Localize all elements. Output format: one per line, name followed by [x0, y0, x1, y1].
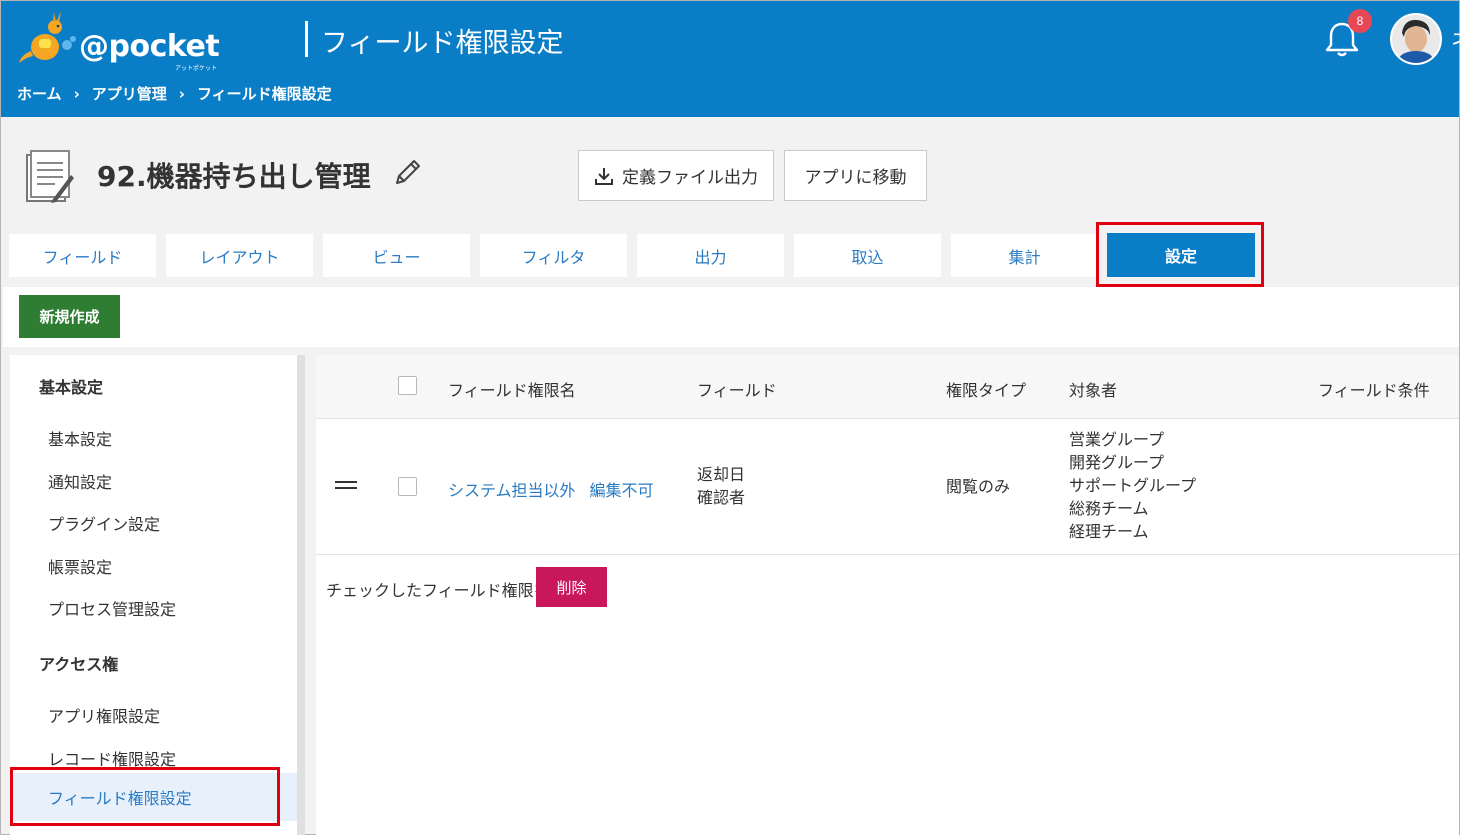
toolbar: [3, 287, 1459, 347]
export-definition-button[interactable]: 定義ファイル出力: [578, 150, 774, 201]
breadcrumb-home[interactable]: ホーム: [17, 83, 62, 104]
bulk-action-label: チェックしたフィールド権限を: [326, 581, 550, 600]
tab-aggregate[interactable]: 集計: [951, 234, 1098, 277]
sidebar-item-notification[interactable]: 通知設定: [48, 469, 112, 493]
target-value: 経理チーム: [1069, 522, 1149, 541]
row-checkbox[interactable]: [398, 477, 417, 496]
highlight-settings-tab: [1096, 222, 1264, 287]
breadcrumb-separator: ›: [178, 84, 185, 103]
select-all-checkbox[interactable]: [398, 376, 417, 395]
breadcrumb-current: フィールド権限設定: [196, 85, 332, 103]
row-targets: 営業グループ 開発グループ サポートグループ 総務チーム 経理チーム: [1069, 428, 1196, 543]
header-permission-name: フィールド権限名: [448, 381, 576, 400]
row-fields: 返却日 確認者: [697, 463, 745, 509]
tab-filter[interactable]: フィルタ: [480, 234, 627, 277]
tab-import[interactable]: 取込: [794, 234, 941, 277]
permission-name-part2: 編集不可: [589, 481, 654, 500]
sidebar-section-access: アクセス権: [39, 655, 119, 674]
field-value: 返却日: [697, 465, 746, 484]
logo-text: @pocket: [79, 29, 220, 64]
download-icon: [595, 167, 613, 185]
field-value: 確認者: [697, 488, 746, 507]
sidebar-section-basic: 基本設定: [39, 378, 104, 397]
logo-subtext: アットポケット: [175, 65, 218, 72]
breadcrumb-separator: ›: [73, 84, 80, 103]
pocket-logo[interactable]: @pocket アットポケット: [17, 9, 227, 72]
export-definition-label: 定義ファイル出力: [622, 168, 758, 188]
row-permission-type: 閲覧のみ: [946, 477, 1011, 496]
kangaroo-icon: [19, 11, 76, 63]
tab-field[interactable]: フィールド: [9, 234, 156, 277]
avatar[interactable]: [1390, 13, 1442, 65]
tab-output[interactable]: 出力: [637, 234, 784, 277]
sidebar-item-app-permission[interactable]: アプリ権限設定: [48, 703, 160, 727]
sidebar-scrollbar[interactable]: [297, 355, 305, 835]
document-icon: [23, 147, 75, 205]
target-value: 開発グループ: [1069, 453, 1165, 472]
breadcrumb: ホーム › アプリ管理 › フィールド権限設定: [17, 83, 332, 104]
drag-handle-icon[interactable]: [335, 481, 357, 489]
header-permission-type: 権限タイプ: [946, 381, 1027, 400]
delete-button[interactable]: 削除: [536, 567, 607, 607]
title-divider: [305, 21, 308, 57]
pencil-icon[interactable]: [393, 157, 423, 187]
sidebar-item-process[interactable]: プロセス管理設定: [48, 596, 176, 620]
highlight-field-permission: [10, 767, 280, 826]
breadcrumb-app-management[interactable]: アプリ管理: [92, 83, 167, 104]
header-field: フィールド: [697, 381, 777, 400]
sidebar-item-plugin[interactable]: プラグイン設定: [48, 511, 160, 535]
header-target: 対象者: [1069, 381, 1118, 400]
permission-name-part1: システム担当以外: [448, 481, 576, 500]
target-value: サポートグループ: [1069, 476, 1197, 495]
row-divider: [316, 554, 1459, 555]
header-field-condition: フィールド条件: [1318, 381, 1430, 400]
sidebar-item-basic-settings[interactable]: 基本設定: [48, 426, 112, 450]
tab-layout[interactable]: レイアウト: [166, 234, 313, 277]
target-value: 総務チーム: [1069, 499, 1149, 518]
sidebar-item-form[interactable]: 帳票設定: [48, 554, 112, 578]
notification-badge: 8: [1348, 9, 1372, 33]
new-button[interactable]: 新規作成: [19, 295, 120, 338]
page-title: フィールド権限設定: [321, 28, 564, 59]
app-name: 92.機器持ち出し管理: [97, 160, 371, 193]
app-header: @pocket アットポケット フィールド権限設定 ホーム › アプリ管理 › …: [1, 1, 1460, 117]
tab-view[interactable]: ビュー: [323, 234, 470, 277]
move-to-app-button[interactable]: アプリに移動: [784, 150, 927, 201]
user-name-truncated: ネ: [1451, 23, 1460, 55]
target-value: 営業グループ: [1069, 430, 1165, 449]
permission-name-link[interactable]: システム担当以外 編集不可: [448, 477, 654, 501]
